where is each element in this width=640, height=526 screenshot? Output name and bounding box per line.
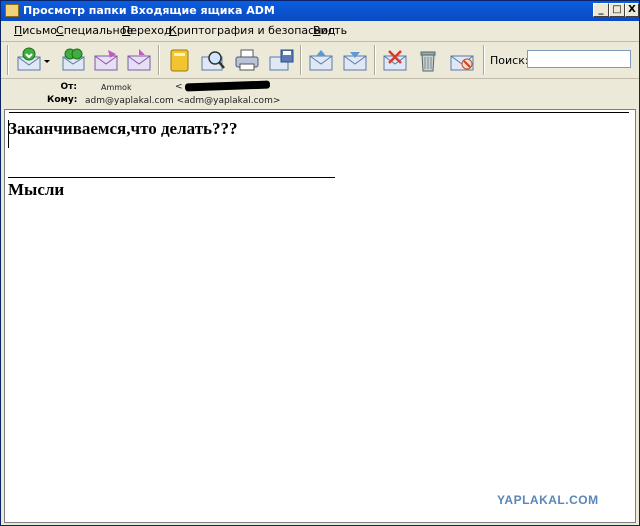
save-icon[interactable] [267, 46, 295, 74]
move-down-icon[interactable] [341, 46, 369, 74]
menu-letter[interactable]: Письмо [14, 24, 57, 37]
divider [8, 177, 335, 178]
message-body[interactable]: Заканчиваемся,что делать??? Мысли [4, 109, 636, 523]
from-address[interactable]: < [175, 82, 183, 92]
toolbar-separator [158, 45, 160, 75]
message-headers: От: Ammok < Кому: adm@yaplakal.com <adm@… [5, 79, 635, 107]
from-name[interactable]: Ammok [101, 83, 132, 92]
to-label: Кому: [47, 95, 78, 105]
to-address[interactable]: adm@yaplakal.com <adm@yaplakal.com> [85, 96, 280, 106]
toolbar-separator [483, 45, 485, 75]
toolbar-separator [374, 45, 376, 75]
get-mail-icon[interactable] [15, 46, 43, 74]
chevron-down-icon[interactable] [42, 46, 52, 74]
address-book-icon[interactable] [165, 46, 193, 74]
message-line-2: Мысли [8, 180, 65, 199]
divider [9, 112, 629, 113]
window-title: Просмотр папки Входящие ящика ADM [23, 4, 275, 17]
menu-bar: Письмо Специальное Переход Криптография … [1, 21, 639, 42]
minimize-button[interactable]: _ [593, 3, 609, 17]
title-bar: Просмотр папки Входящие ящика ADM _ □ X [1, 1, 639, 21]
junk-icon[interactable] [448, 46, 476, 74]
search-label: Поиск: [490, 54, 529, 67]
delete-mail-icon[interactable] [381, 46, 409, 74]
watermark-logo: YAPLAKAL.COM [497, 493, 599, 507]
message-line-1: Заканчиваемся,что делать??? [8, 119, 238, 138]
search-input[interactable] [527, 50, 631, 68]
toolbar: Поиск: [1, 42, 639, 79]
menu-view[interactable]: Вид [313, 24, 335, 37]
toolbar-separator [300, 45, 302, 75]
redaction-mark [184, 80, 271, 92]
trash-icon[interactable] [414, 46, 442, 74]
toolbar-grip [7, 45, 9, 75]
reply-all-icon[interactable] [59, 46, 87, 74]
close-button[interactable]: X [625, 3, 639, 17]
send-icon[interactable] [92, 46, 120, 74]
folder-icon [5, 4, 19, 17]
print-icon[interactable] [233, 46, 261, 74]
from-label: От: [60, 82, 77, 92]
menu-go[interactable]: Переход [122, 24, 172, 37]
maximize-button[interactable]: □ [609, 3, 625, 17]
move-up-icon[interactable] [307, 46, 335, 74]
mail-window: Просмотр папки Входящие ящика ADM _ □ X … [0, 0, 640, 526]
forward-icon[interactable] [125, 46, 153, 74]
find-icon[interactable] [199, 46, 227, 74]
